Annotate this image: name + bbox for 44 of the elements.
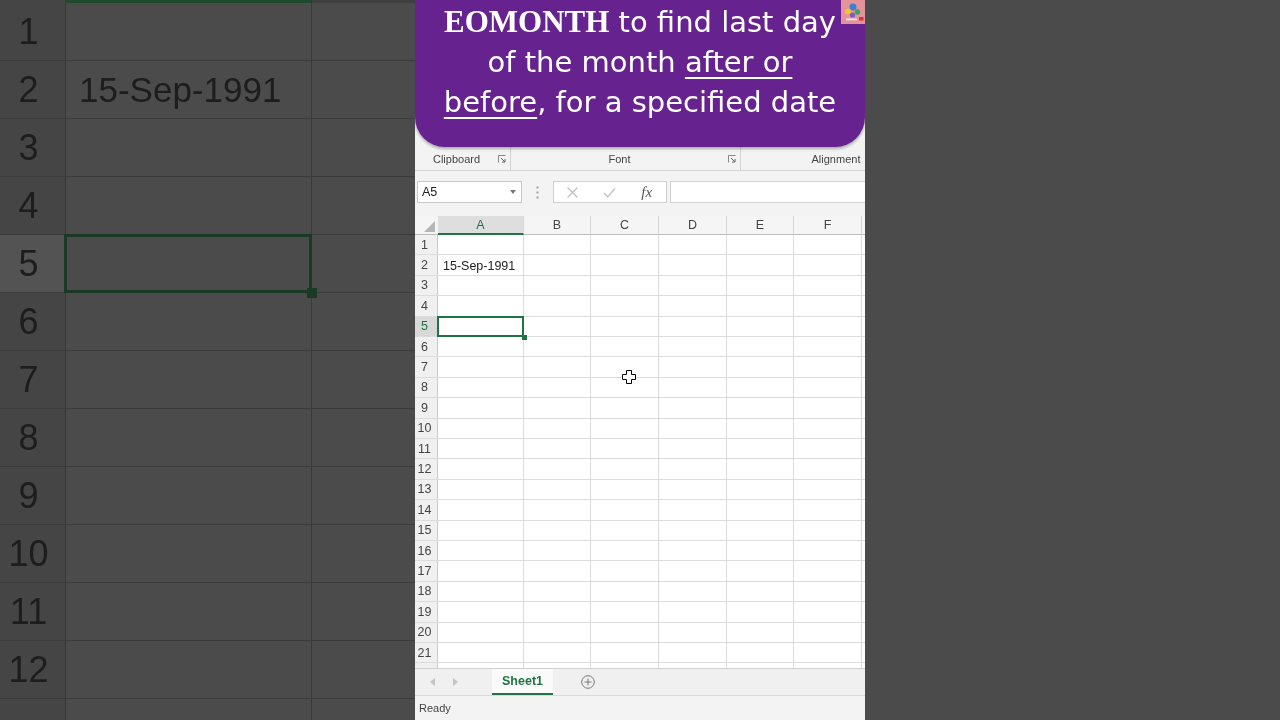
- fill-handle-icon[interactable]: [522, 334, 527, 340]
- sheet-tab[interactable]: Sheet1: [492, 669, 553, 695]
- row-header[interactable]: 6: [415, 336, 437, 357]
- dialog-launcher-icon[interactable]: [498, 154, 506, 163]
- cell-grid[interactable]: 1 2 15-Sep-1991 3 4 5 6 7 8 9 10 11 12 13 14 15 16 17 18 19 20 21: [415, 235, 865, 668]
- select-all-icon[interactable]: [424, 221, 435, 232]
- caret-icon[interactable]: [510, 190, 516, 194]
- name-box[interactable]: A5: [417, 181, 522, 203]
- row-header[interactable]: 3: [415, 275, 437, 296]
- insert-function-button[interactable]: fx: [639, 184, 655, 200]
- row-header[interactable]: 1: [415, 235, 437, 255]
- row-header[interactable]: 21: [415, 642, 437, 663]
- formula-input[interactable]: [670, 181, 865, 203]
- dialog-launcher-icon[interactable]: [728, 154, 736, 163]
- fill-handle-icon: [307, 288, 317, 298]
- row-header[interactable]: 7: [415, 357, 437, 377]
- status-text: Ready: [419, 702, 451, 714]
- row-header[interactable]: 15: [415, 520, 437, 540]
- row-header[interactable]: 9: [415, 398, 437, 418]
- add-icon[interactable]: [581, 675, 595, 689]
- cell-text: 15-Sep-1991: [442, 258, 516, 273]
- row-header[interactable]: 16: [415, 540, 437, 561]
- row-header[interactable]: 13: [415, 479, 437, 500]
- row-header[interactable]: 17: [415, 561, 437, 581]
- column-header[interactable]: A: [438, 216, 524, 235]
- row-header[interactable]: 11: [415, 438, 437, 459]
- row-header[interactable]: 2: [415, 255, 437, 275]
- row-header[interactable]: 8: [415, 377, 437, 398]
- grip-icon[interactable]: [536, 185, 539, 199]
- row-header[interactable]: 19: [415, 602, 437, 622]
- row-header[interactable]: 5: [415, 316, 437, 336]
- active-cell[interactable]: [437, 315, 524, 337]
- ribbon-group-label: Clipboard: [432, 152, 481, 165]
- row-header[interactable]: 20: [415, 622, 437, 642]
- ribbon-group-label: Font: [608, 152, 631, 165]
- row-header[interactable]: 18: [415, 581, 437, 602]
- headline: EOMONTH to find last day of the month after or before, for a specified date: [443, 3, 837, 121]
- row-header[interactable]: 14: [415, 500, 437, 520]
- row-header[interactable]: 10: [415, 418, 437, 438]
- ribbon-group-label: Alignment: [811, 152, 861, 165]
- logo-icon: [841, 0, 865, 24]
- row-header[interactable]: 4: [415, 296, 437, 316]
- cursor-icon: [622, 370, 636, 384]
- row-header[interactable]: 12: [415, 459, 437, 479]
